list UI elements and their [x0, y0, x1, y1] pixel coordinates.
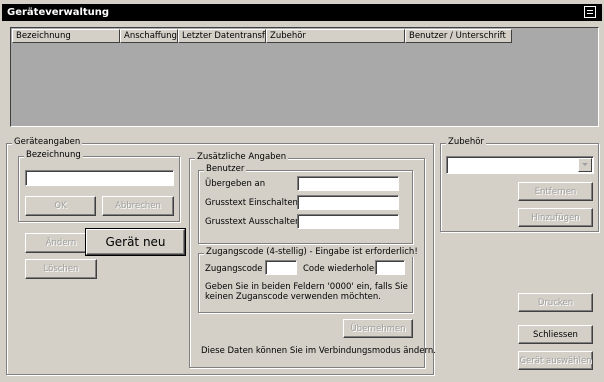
grusstext-einschalten-label: Grusstext Einschalten	[205, 198, 298, 208]
ok-button[interactable]: OK	[25, 196, 96, 216]
column-header-bezeichnung[interactable]: Bezeichnung	[12, 29, 120, 43]
zubehoer-legend: Zubehör	[446, 137, 486, 147]
code-wiederholen-input[interactable]	[375, 260, 405, 275]
bezeichnung-input[interactable]	[25, 170, 174, 186]
geraet-neu-button[interactable]: Gerät neu	[85, 228, 186, 256]
uebergeben-input[interactable]	[297, 176, 399, 191]
benutzer-legend: Benutzer	[204, 164, 247, 174]
chevron-down-icon[interactable]	[578, 158, 592, 172]
zugangscode-label: Zugangscode	[205, 264, 263, 274]
hinzufuegen-button[interactable]: Hinzufügen	[518, 208, 593, 227]
grusstext-ausschalten-label: Grusstext Ausschalten	[205, 217, 301, 227]
column-header-anschaffung[interactable]: Anschaffung	[120, 29, 178, 43]
column-header-benutzer[interactable]: Benutzer / Unterschrift	[405, 29, 512, 43]
loeschen-button[interactable]: Löschen	[25, 259, 97, 279]
zubehoer-combobox[interactable]	[446, 156, 594, 174]
uebergeben-label: Übergeben an	[205, 179, 266, 189]
abbrechen-button[interactable]: Abbrechen	[102, 196, 174, 216]
device-table[interactable]: Bezeichnung Anschaffung Letzter Datentra…	[10, 27, 599, 127]
zusaetzliche-angaben-legend: Zusätzliche Angaben	[195, 152, 289, 162]
bezeichnung-legend: Bezeichnung	[24, 150, 83, 160]
title-bar: Geräteverwaltung	[2, 4, 602, 21]
grusstext-einschalten-input[interactable]	[297, 195, 399, 210]
code-wiederholen-label: Code wiederholen	[303, 264, 380, 274]
geraeteangaben-legend: Geräteangaben	[12, 137, 83, 147]
verbindungsmodus-note: Diese Daten können Sie im Verbindungsmod…	[201, 346, 436, 356]
geraet-auswaehlen-button[interactable]: Gerät auswählen	[518, 351, 593, 370]
drucken-button[interactable]: Drucken	[518, 293, 593, 312]
grusstext-ausschalten-input[interactable]	[297, 214, 399, 229]
table-header: Bezeichnung Anschaffung Letzter Datentra…	[12, 29, 512, 43]
zugangscode-legend: Zugangscode (4-stellig) - Eingabe ist er…	[204, 247, 420, 257]
zugangscode-hint-line1: Geben Sie in beiden Feldern '0000' ein, …	[205, 282, 408, 292]
column-header-letzter-datentransfer[interactable]: Letzter Datentransfer	[178, 29, 266, 43]
zugangscode-input[interactable]	[265, 260, 297, 275]
zugangscode-hint-line2: keinen Zuganscode verwenden möchten.	[205, 292, 381, 302]
window-title: Geräteverwaltung	[7, 7, 110, 18]
column-header-zubehoer[interactable]: Zubehör	[266, 29, 405, 43]
uebernehmen-button[interactable]: Übernehmen	[343, 319, 413, 338]
entfernen-button[interactable]: Entfernen	[518, 182, 593, 201]
restore-icon[interactable]	[584, 6, 596, 18]
schliessen-button[interactable]: Schliessen	[518, 325, 593, 344]
